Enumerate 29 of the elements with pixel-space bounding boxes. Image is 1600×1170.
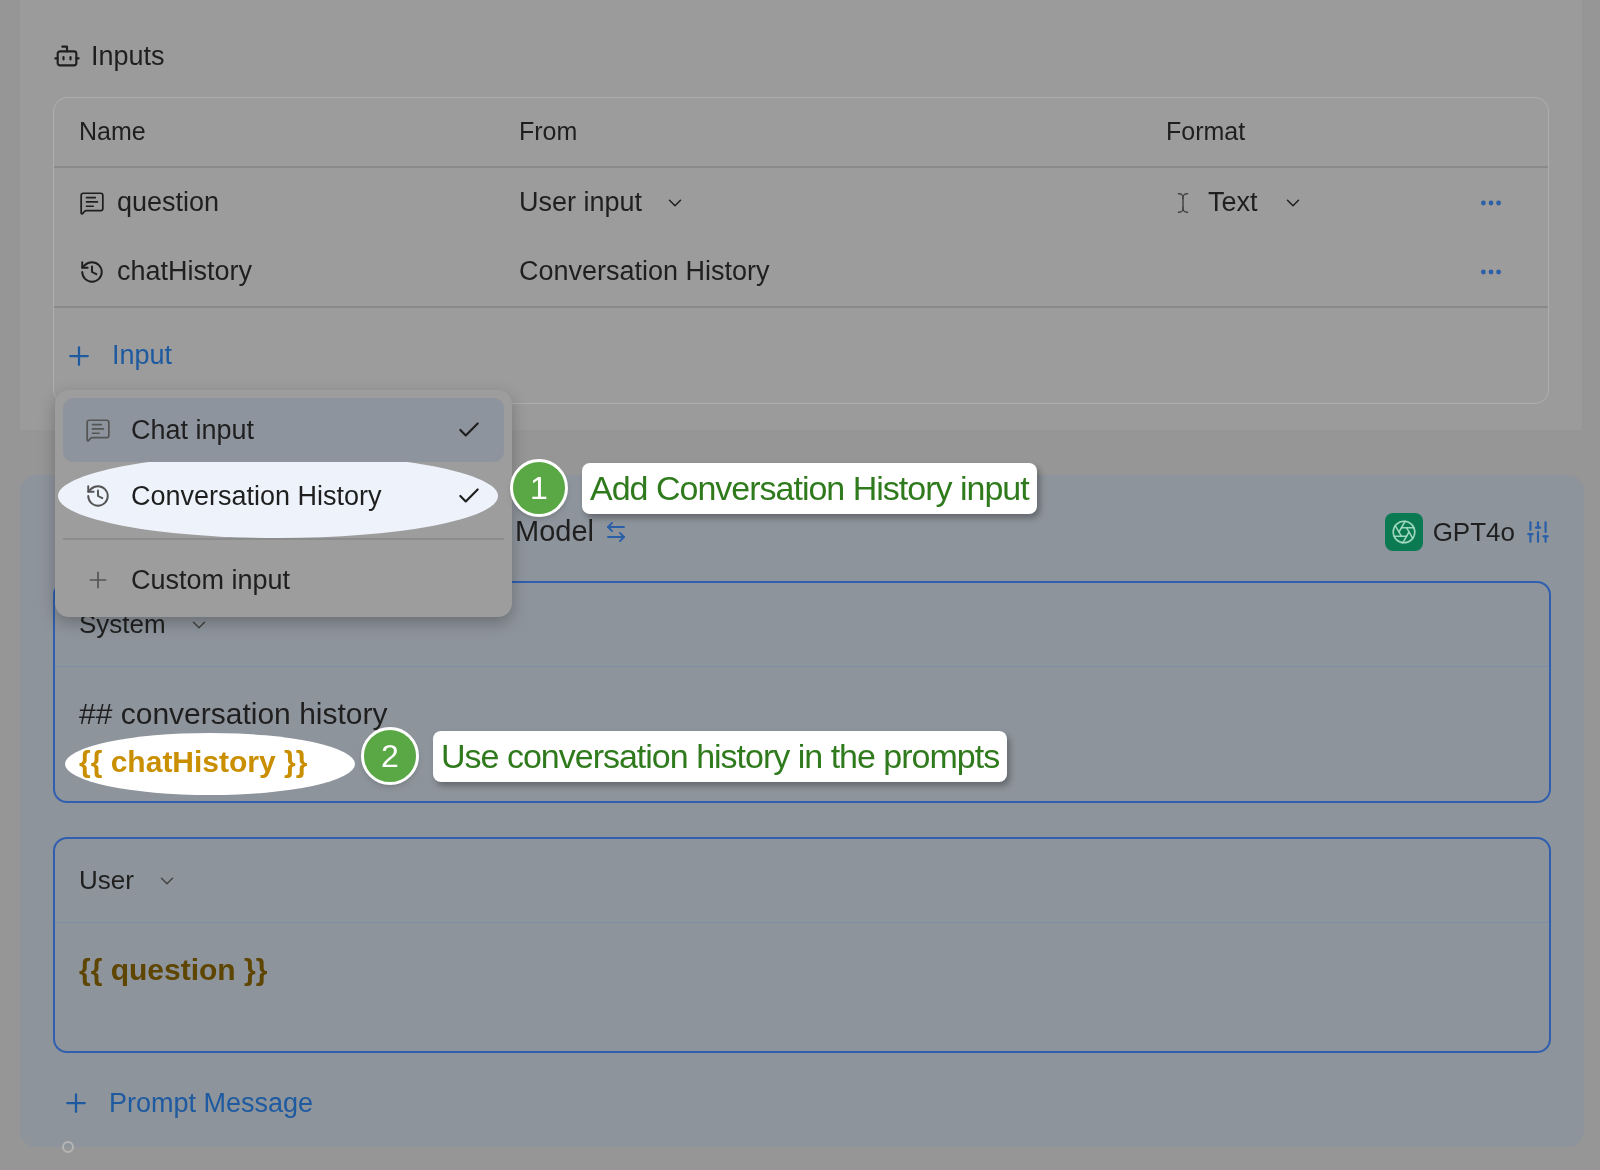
format-dropdown[interactable]: Text: [1166, 182, 1304, 223]
chat-bubble-icon: [85, 417, 111, 443]
source-dropdown[interactable]: User input: [519, 182, 687, 223]
column-header: Format: [1166, 116, 1246, 148]
model-logo-icon: [1384, 513, 1423, 551]
menu-item-label: Chat input: [131, 413, 256, 447]
sliders-icon[interactable]: [1525, 519, 1551, 545]
template-variable: {{ question }}: [79, 951, 268, 988]
template-variable: {{ chatHistory }}: [79, 743, 308, 780]
chat-bubble-icon: [79, 189, 105, 216]
model-name: GPT4o: [1432, 515, 1515, 549]
menu-item[interactable]: Conversation History: [63, 464, 504, 528]
annotation-text: Use conversation history in the prompts: [433, 730, 1008, 782]
column-header: Name: [79, 116, 146, 148]
step-number-badge: 1: [510, 459, 568, 517]
history-icon: [85, 483, 111, 509]
column-header: From: [519, 116, 578, 148]
annotation-text: Add Conversation History input: [582, 462, 1037, 514]
role-dropdown[interactable]: User: [79, 861, 178, 900]
menu-item-label: Custom input: [131, 563, 292, 597]
section-title: Model: [515, 514, 594, 550]
section-title: Inputs: [91, 39, 165, 73]
history-icon: [79, 258, 105, 285]
source-text: Conversation History: [519, 255, 770, 289]
input-name: chatHistory: [117, 255, 253, 289]
menu-item-label: Conversation History: [131, 479, 383, 513]
swap-arrows-icon[interactable]: [604, 520, 628, 544]
menu-item[interactable]: Chat input: [63, 398, 504, 462]
input-name: question: [117, 186, 220, 220]
